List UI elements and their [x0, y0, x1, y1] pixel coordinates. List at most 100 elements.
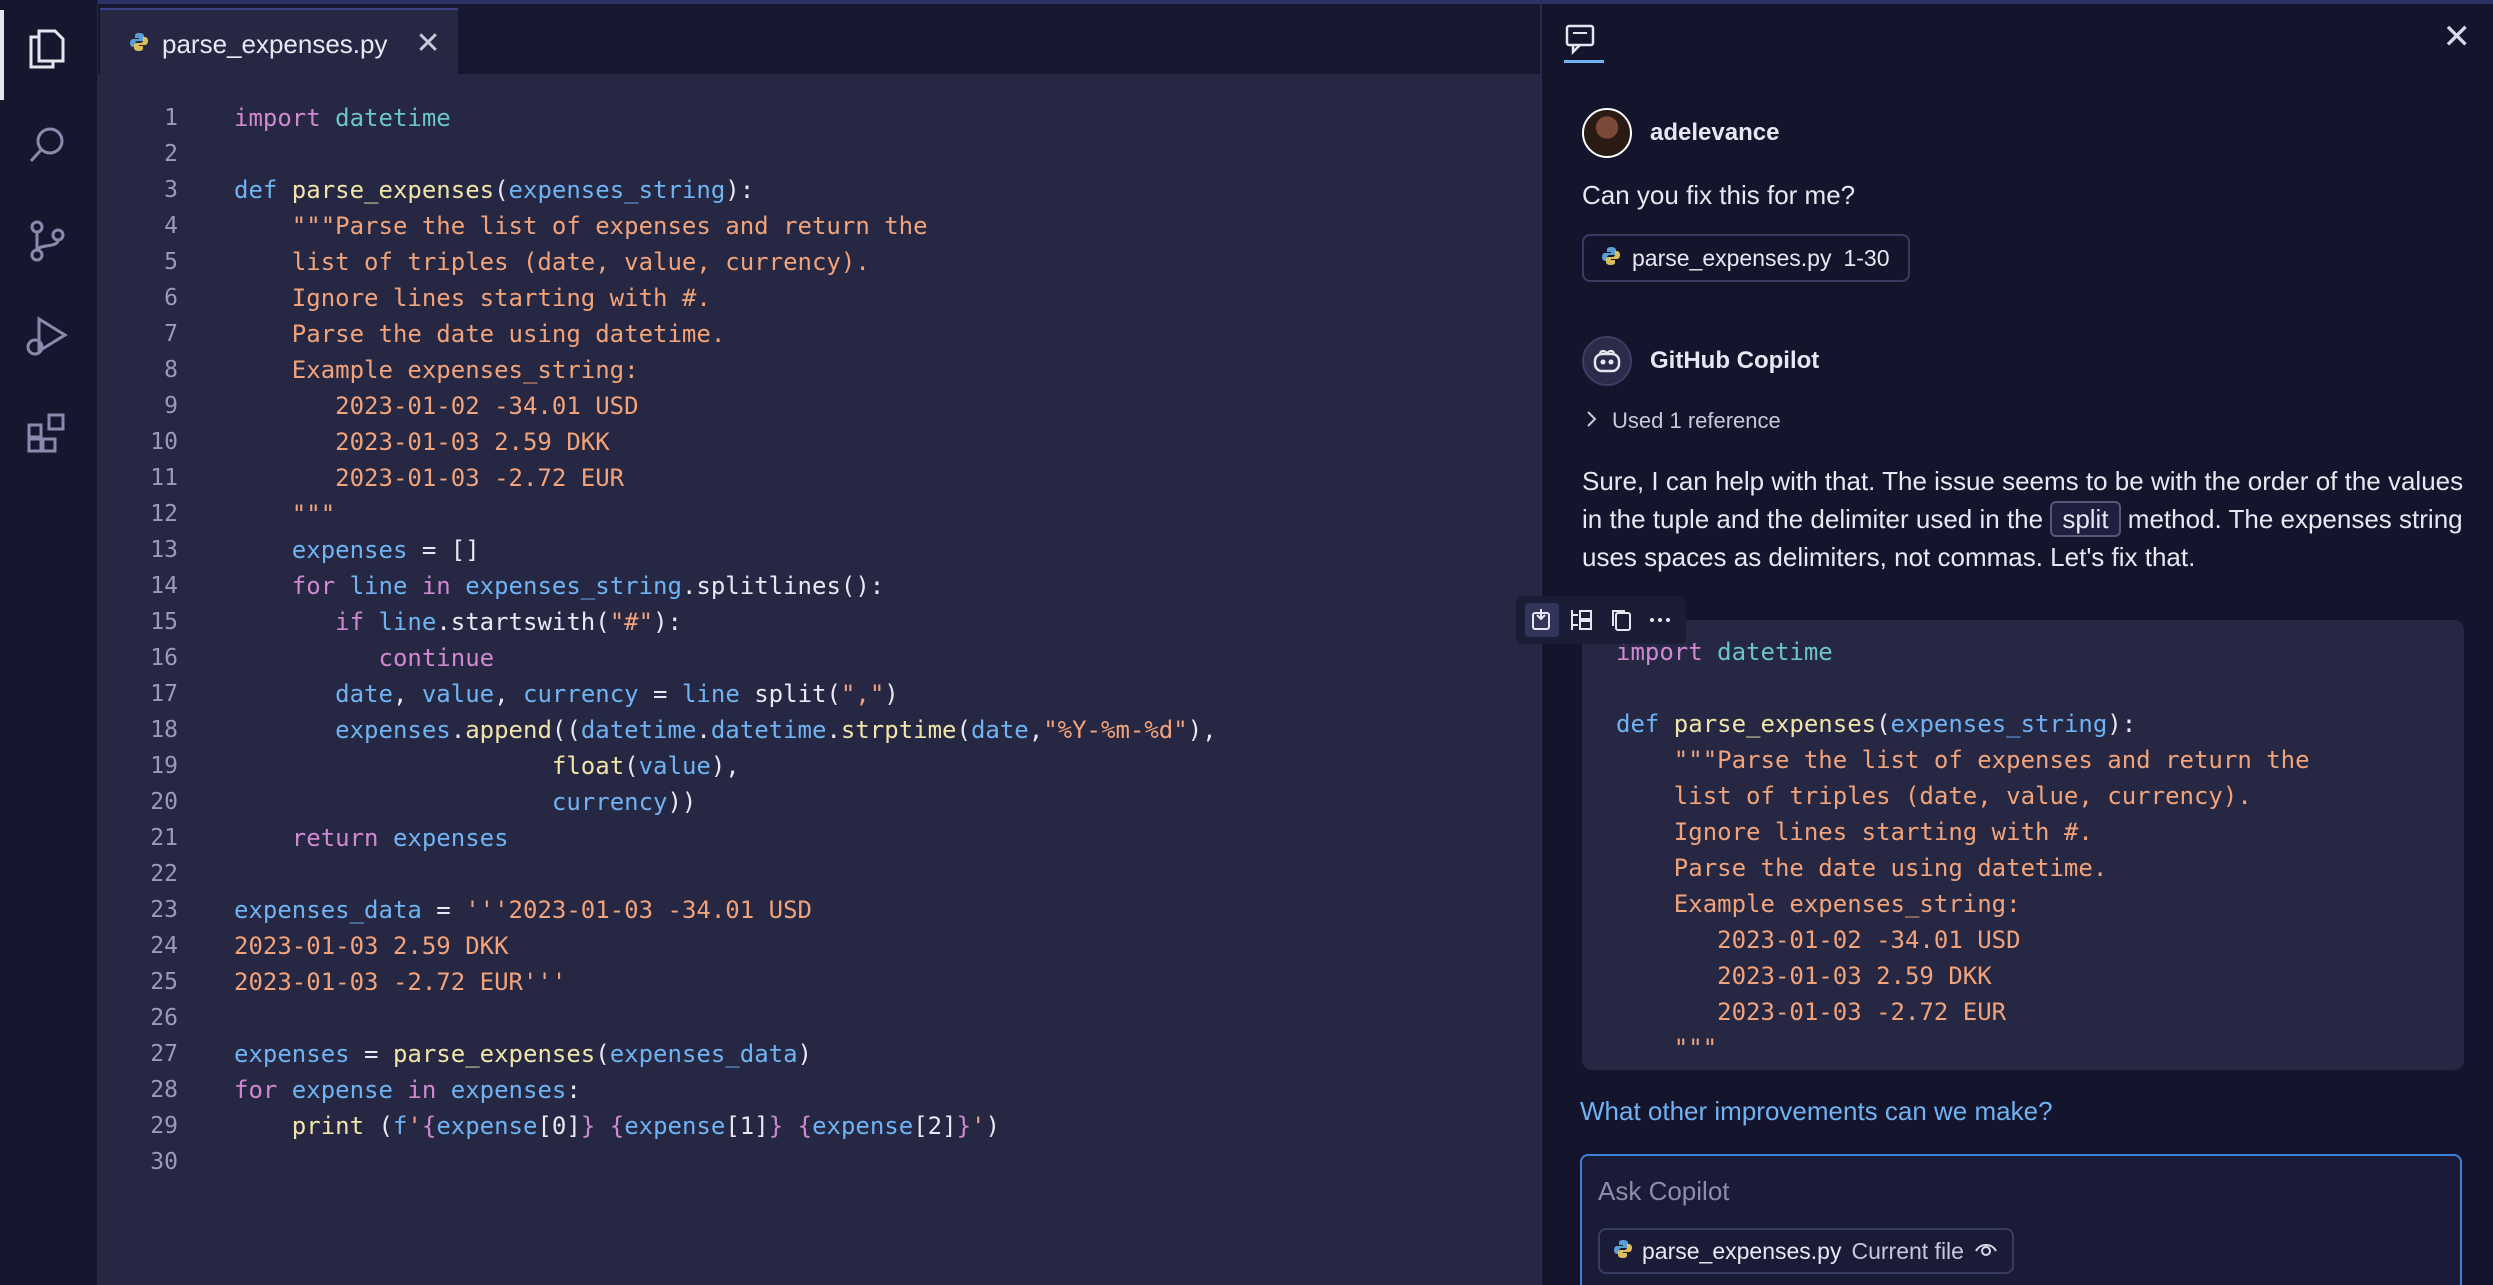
- code-token: =: [638, 680, 682, 708]
- tab-strip: parse_expenses.py ✕: [98, 0, 1540, 78]
- more-actions-icon[interactable]: [1643, 603, 1677, 637]
- code-line[interactable]: 7 Parse the date using datetime.: [98, 316, 1540, 352]
- code-token: expenses_string: [465, 572, 682, 600]
- chat-input-placeholder[interactable]: Ask Copilot: [1598, 1176, 1730, 1207]
- line-source: import datetime: [234, 100, 451, 136]
- code-token: print: [291, 1112, 379, 1140]
- code-line[interactable]: 21 return expenses: [98, 820, 1540, 856]
- code-line[interactable]: 12 """: [98, 496, 1540, 532]
- context-file-chip[interactable]: parse_expenses.py Current file: [1598, 1228, 2014, 1274]
- line-source: """Parse the list of expenses and return…: [234, 208, 928, 244]
- code-line[interactable]: 26: [98, 1000, 1540, 1036]
- code-token: parse_expenses: [1673, 710, 1877, 738]
- code-token: [0]: [537, 1112, 581, 1140]
- used-reference-toggle[interactable]: Used 1 reference: [1586, 408, 1781, 434]
- code-line[interactable]: 6 Ignore lines starting with #.: [98, 280, 1540, 316]
- code-token: line: [681, 680, 755, 708]
- code-token: date: [970, 716, 1029, 744]
- code-token: expenses_data: [609, 1040, 798, 1068]
- eye-icon[interactable]: [1974, 1238, 1998, 1265]
- code-token: line: [378, 608, 437, 636]
- code-line[interactable]: 16 continue: [98, 640, 1540, 676]
- code-token: 2023-01-03 -2.72 EUR''': [234, 968, 567, 996]
- reference-chip[interactable]: parse_expenses.py 1-30: [1582, 234, 1910, 282]
- avatar: [1582, 108, 1632, 158]
- extensions-icon[interactable]: [22, 408, 72, 458]
- code-line[interactable]: 3 def parse_expenses(expenses_string):: [98, 172, 1540, 208]
- code-token: 2023-01-03 -2.72 EUR: [1616, 998, 2007, 1026]
- inline-code: split: [2050, 501, 2121, 537]
- code-token: for: [234, 1076, 292, 1104]
- copy-icon[interactable]: [1604, 603, 1638, 637]
- copilot-icon: [1582, 336, 1632, 386]
- line-number: 19: [150, 753, 178, 779]
- code-block-line: 2023-01-03 -2.72 EUR: [1616, 994, 2006, 1030]
- code-line[interactable]: 2: [98, 136, 1540, 172]
- code-block-line: list of triples (date, value, currency).: [1616, 778, 2252, 814]
- code-token: Parse the date using datetime.: [1616, 854, 2108, 882]
- code-line[interactable]: 11 2023-01-03 -2.72 EUR: [98, 460, 1540, 496]
- line-source: return expenses: [234, 820, 509, 856]
- code-token: ): [985, 1112, 1000, 1140]
- code-line[interactable]: 24 2023-01-03 2.59 DKK: [98, 928, 1540, 964]
- code-token: f: [392, 1112, 408, 1140]
- run-debug-icon[interactable]: [22, 312, 72, 362]
- user-name: adelevance: [1650, 119, 1780, 146]
- code-line[interactable]: 13 expenses = []: [98, 532, 1540, 568]
- code-line[interactable]: 17 date, value, currency = line split(",…: [98, 676, 1540, 712]
- files-icon[interactable]: [22, 24, 72, 74]
- search-icon[interactable]: [22, 120, 72, 170]
- code-line[interactable]: 19 float(value),: [98, 748, 1540, 784]
- code-token: (: [595, 1040, 610, 1068]
- code-token: ),: [710, 752, 740, 780]
- code-token: .: [450, 716, 466, 744]
- code-token: for: [291, 572, 350, 600]
- code-block-toolbar: [1516, 596, 1686, 644]
- chat-input-box[interactable]: Ask Copilot parse_expenses.py Current fi…: [1580, 1154, 2462, 1285]
- code-line[interactable]: 29 print (f'{expense[0]} {expense[1]} {e…: [98, 1108, 1540, 1144]
- code-line[interactable]: 8 Example expenses_string:: [98, 352, 1540, 388]
- code-token: continue: [378, 644, 495, 672]
- code-line[interactable]: 5 list of triples (date, value, currency…: [98, 244, 1540, 280]
- code-line[interactable]: 1 import datetime: [98, 100, 1540, 136]
- code-token: datetime: [710, 716, 827, 744]
- code-line[interactable]: 20 currency)): [98, 784, 1540, 820]
- code-line[interactable]: 30: [98, 1144, 1540, 1180]
- code-line[interactable]: 23 expenses_data = '''2023-01-03 -34.01 U…: [98, 892, 1540, 928]
- code-token: (: [624, 752, 639, 780]
- code-line[interactable]: 10 2023-01-03 2.59 DKK: [98, 424, 1540, 460]
- source-control-icon[interactable]: [22, 216, 72, 266]
- code-block[interactable]: import datetime def parse_expenses(expens…: [1582, 620, 2464, 1070]
- code-line[interactable]: 4 """Parse the list of expenses and retu…: [98, 208, 1540, 244]
- line-source: print (f'{expense[0]} {expense[1]} {expe…: [234, 1108, 1000, 1144]
- code-line[interactable]: 18 expenses.append((datetime.datetime.st…: [98, 712, 1540, 748]
- code-line[interactable]: 15 if line.startswith("#"):: [98, 604, 1540, 640]
- code-line[interactable]: 14 for line in expenses_string.splitline…: [98, 568, 1540, 604]
- chat-icon[interactable]: [1564, 22, 1604, 62]
- code-line[interactable]: 27 expenses = parse_expenses(expenses_dat…: [98, 1036, 1540, 1072]
- code-line[interactable]: 9 2023-01-02 -34.01 USD: [98, 388, 1540, 424]
- code-token: 2023-01-03 -2.72 EUR: [234, 464, 625, 492]
- code-token: append: [465, 716, 552, 744]
- code-line[interactable]: 25 2023-01-03 -2.72 EUR''': [98, 964, 1540, 1000]
- insert-into-new-file-icon[interactable]: [1564, 603, 1598, 637]
- code-token: (: [1876, 710, 1891, 738]
- active-indicator: [0, 10, 4, 100]
- close-icon[interactable]: ✕: [2443, 20, 2472, 54]
- code-area[interactable]: 1 import datetime 2 3 def parse_expenses(exp…: [98, 100, 1540, 1180]
- code-token: {: [797, 1112, 813, 1140]
- code-block-line: Ignore lines starting with #.: [1616, 814, 2093, 850]
- code-line[interactable]: 28 for expense in expenses:: [98, 1072, 1540, 1108]
- insert-at-cursor-icon[interactable]: [1524, 603, 1559, 637]
- tab-parse-expenses[interactable]: parse_expenses.py ✕: [100, 8, 458, 78]
- code-line[interactable]: 22: [98, 856, 1540, 892]
- line-source: expenses_data = '''2023-01-03 -34.01 USD: [234, 892, 812, 928]
- suggested-followup[interactable]: What other improvements can we make?: [1580, 1096, 2053, 1127]
- tab-close-icon[interactable]: ✕: [415, 29, 440, 59]
- code-token: line: [349, 572, 422, 600]
